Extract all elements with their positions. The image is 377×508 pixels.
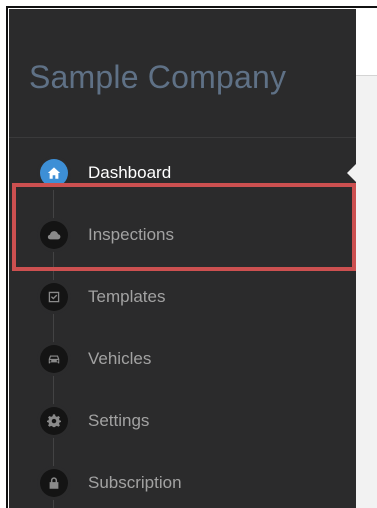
nav-divider — [9, 137, 356, 138]
sidebar-item-label: Settings — [88, 411, 150, 430]
gear-icon — [40, 407, 68, 435]
cloud-icon — [40, 221, 68, 249]
brand-name[interactable]: Sample Company — [29, 59, 349, 96]
checkbox-icon — [40, 283, 68, 311]
sidebar-item-dashboard[interactable]: Dashboard — [9, 142, 356, 204]
sidebar-item-settings[interactable]: Settings — [9, 390, 356, 452]
sidebar: Sample Company Dashboard Inspections Tem… — [9, 9, 356, 508]
sidebar-item-label: Dashboard — [88, 163, 172, 182]
main-content — [356, 9, 377, 508]
sidebar-item-inspections[interactable]: Inspections — [9, 204, 356, 266]
sidebar-nav: Dashboard Inspections Templates Vehicles — [9, 142, 356, 508]
sidebar-item-templates[interactable]: Templates — [9, 266, 356, 328]
sidebar-item-label: Subscription — [88, 473, 182, 492]
sidebar-item-label: Vehicles — [88, 349, 152, 368]
sidebar-item-vehicles[interactable]: Vehicles — [9, 328, 356, 390]
lock-icon — [40, 469, 68, 497]
car-icon — [40, 345, 68, 373]
sidebar-item-label: Inspections — [88, 225, 174, 244]
active-indicator — [347, 164, 356, 182]
home-icon — [40, 159, 68, 187]
sidebar-item-subscription[interactable]: Subscription — [9, 452, 356, 508]
sidebar-item-label: Templates — [88, 287, 166, 306]
content-header — [356, 9, 377, 76]
